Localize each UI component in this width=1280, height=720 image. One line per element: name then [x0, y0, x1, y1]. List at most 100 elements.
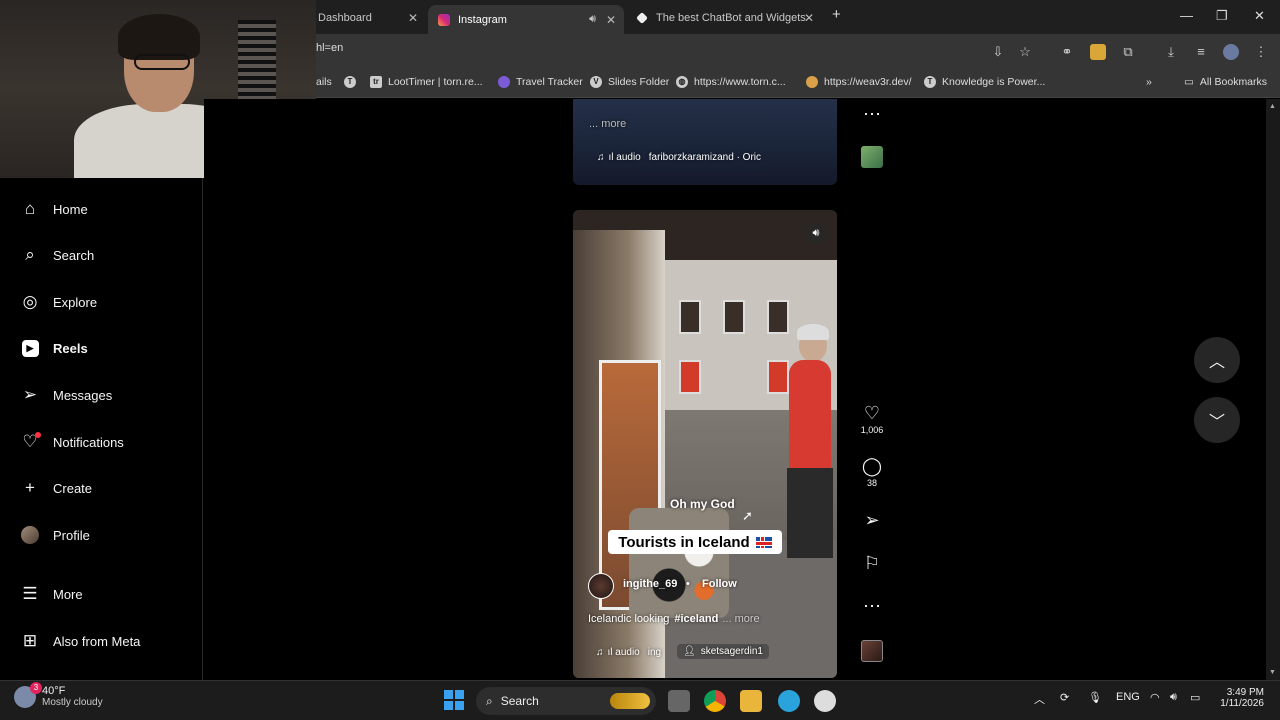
- close-window-icon[interactable]: ✕: [1254, 8, 1265, 24]
- tab-instagram[interactable]: Instagram 🔊︎ ✕: [428, 5, 624, 34]
- task-view-icon[interactable]: [668, 690, 690, 712]
- install-app-icon[interactable]: ⇩: [990, 44, 1006, 60]
- sidebar-item-search[interactable]: ⌕ Search: [20, 245, 94, 265]
- close-tab-icon[interactable]: ✕: [606, 13, 616, 27]
- weather-temp: 40°F: [42, 685, 66, 697]
- wifi-icon[interactable]: ◠: [1150, 691, 1160, 704]
- tab-chatbot[interactable]: The best ChatBot and Widgets f ✕: [626, 5, 822, 31]
- taskbar-search[interactable]: ⌕ Search: [476, 687, 656, 715]
- close-tab-icon[interactable]: ✕: [804, 11, 814, 25]
- sidebar-item-create[interactable]: + Create: [20, 478, 92, 498]
- bookmark-item[interactable]: T: [344, 76, 362, 88]
- bookmark-item[interactable]: V Slides Folder: [590, 76, 669, 88]
- tab-label: Instagram: [458, 13, 507, 26]
- sidebar-item-more[interactable]: ☰ More: [20, 584, 82, 604]
- hashtag-link[interactable]: #iceland: [674, 613, 718, 625]
- sidebar-item-notifications[interactable]: ♡ Notifications: [20, 432, 124, 452]
- extension-icon[interactable]: ⚭: [1059, 44, 1075, 60]
- globe-icon: ◍: [676, 76, 688, 88]
- sidebar-item-profile[interactable]: Profile: [20, 525, 90, 545]
- download-icon[interactable]: ⤓: [1163, 44, 1179, 60]
- close-tab-icon[interactable]: ✕: [408, 11, 418, 25]
- reel-caption-box: Tourists in Iceland: [608, 530, 782, 554]
- comment-button[interactable]: ◯ 38: [860, 456, 884, 488]
- share-button[interactable]: ➢: [860, 510, 884, 530]
- torn-icon: tr: [370, 76, 382, 88]
- media-control-icon[interactable]: ≡: [1193, 44, 1209, 60]
- clock[interactable]: 3:49 PM 1/11/2026: [1220, 687, 1264, 709]
- more-bookmarks-icon[interactable]: »: [1146, 76, 1152, 88]
- windows-taskbar: 3 40°F Mostly cloudy ⌕ Search ︿ ⟳ 🎙︎ ENG…: [0, 680, 1280, 720]
- previous-reel[interactable]: ... more ♫ ıl audio fariborzkaramizand ·…: [573, 99, 837, 185]
- bookmark-item[interactable]: Travel Tracker: [498, 76, 583, 88]
- plus-icon: +: [25, 478, 35, 497]
- url-field[interactable]: hl=en: [316, 42, 343, 54]
- chevron-up-icon: ︿: [1208, 354, 1225, 371]
- audio-thumbnail[interactable]: [860, 640, 884, 662]
- heart-icon: ♡: [863, 403, 881, 423]
- bookmark-item[interactable]: tr LootTimer | torn.re...: [370, 76, 483, 88]
- bookmark-item[interactable]: T Knowledge is Power...: [924, 76, 1045, 88]
- mute-toggle-icon[interactable]: 🔊︎: [805, 222, 827, 244]
- new-tab-icon[interactable]: +: [832, 6, 841, 23]
- weather-widget[interactable]: 3 40°F Mostly cloudy: [14, 681, 103, 708]
- more-options-icon[interactable]: ⋯: [860, 104, 884, 124]
- menu-icon: ☰: [22, 584, 38, 603]
- battery-icon[interactable]: ▭: [1190, 691, 1200, 704]
- clock-time: 3:49 PM: [1226, 687, 1264, 698]
- t-icon: T: [344, 76, 356, 88]
- puzzle-icon[interactable]: ⧉: [1120, 44, 1136, 60]
- volume-icon[interactable]: 🔊︎: [1170, 691, 1177, 704]
- start-button[interactable]: [444, 690, 464, 710]
- avatar-icon: [20, 525, 40, 545]
- language-indicator[interactable]: ENG: [1116, 691, 1140, 703]
- reel-caption-more[interactable]: ... more: [589, 118, 626, 130]
- caption-more-link[interactable]: ... more: [722, 613, 759, 625]
- restore-icon[interactable]: ❐: [1216, 8, 1228, 24]
- sidebar-item-explore[interactable]: ◎ Explore: [20, 292, 98, 312]
- bookmark-item[interactable]: ◍ https://www.torn.c...: [676, 76, 786, 88]
- like-button[interactable]: ♡ 1,006: [860, 403, 884, 435]
- speaker-icon[interactable]: 🔊︎: [589, 13, 596, 26]
- profile-avatar-icon[interactable]: [1223, 44, 1239, 60]
- sidebar-item-home[interactable]: ⌂ Home: [20, 199, 88, 219]
- telegram-icon[interactable]: [778, 690, 800, 712]
- bookmark-item[interactable]: https://weav3r.dev/: [806, 76, 912, 88]
- next-reel-button[interactable]: ﹀: [1194, 397, 1240, 443]
- tourist-legs: [787, 468, 833, 558]
- audio-thumbnail[interactable]: [860, 146, 884, 168]
- page-scrollbar[interactable]: ▲ ▼: [1266, 99, 1280, 680]
- scroll-up-icon[interactable]: ▲: [1269, 103, 1276, 110]
- microphone-icon[interactable]: 🎙︎: [1088, 691, 1102, 704]
- reel-audio[interactable]: ♫ ıl audio ing: [596, 647, 661, 658]
- sidebar-item-reels[interactable]: ▶ Reels: [20, 338, 88, 358]
- reel-audio[interactable]: ♫ ıl audio fariborzkaramizand · Oric: [597, 152, 761, 163]
- kebab-menu-icon[interactable]: ⋮: [1253, 44, 1269, 60]
- chrome-icon[interactable]: [704, 690, 726, 712]
- extension-badge-icon[interactable]: [1090, 44, 1106, 60]
- app-icon[interactable]: [814, 690, 836, 712]
- all-bookmarks-button[interactable]: ▭ All Bookmarks: [1184, 76, 1267, 88]
- save-button[interactable]: ⚐: [860, 553, 884, 573]
- more-options-icon[interactable]: ⋯: [860, 596, 884, 616]
- send-icon: ➢: [22, 385, 38, 404]
- sidebar-item-also-from-meta[interactable]: ⊞ Also from Meta: [20, 631, 141, 651]
- current-reel-video[interactable]: 🔊︎: [573, 210, 837, 678]
- follow-button[interactable]: Follow: [702, 578, 737, 590]
- file-explorer-icon[interactable]: [740, 690, 762, 712]
- reel-author-avatar[interactable]: [588, 573, 614, 599]
- t-icon: T: [924, 76, 936, 88]
- minimize-icon[interactable]: —: [1180, 8, 1193, 23]
- like-count: 1,006: [860, 425, 884, 435]
- scroll-down-icon[interactable]: ▼: [1269, 669, 1276, 676]
- sidebar-item-messages[interactable]: ➢ Messages: [20, 385, 112, 405]
- tray-chevron-icon[interactable]: ︿: [1034, 691, 1045, 707]
- tab-dashboard[interactable]: Dashboard ✕: [308, 5, 426, 31]
- cursor-icon: ➚: [742, 508, 753, 523]
- bookmark-item[interactable]: ails: [316, 76, 332, 88]
- tagged-user[interactable]: 👤︎ sketsagerdin1: [677, 644, 769, 659]
- previous-reel-button[interactable]: ︿: [1194, 337, 1240, 383]
- reel-username[interactable]: ingithe_69: [623, 578, 677, 590]
- bookmark-star-icon[interactable]: ☆: [1017, 44, 1033, 60]
- sync-icon[interactable]: ⟳: [1060, 691, 1069, 704]
